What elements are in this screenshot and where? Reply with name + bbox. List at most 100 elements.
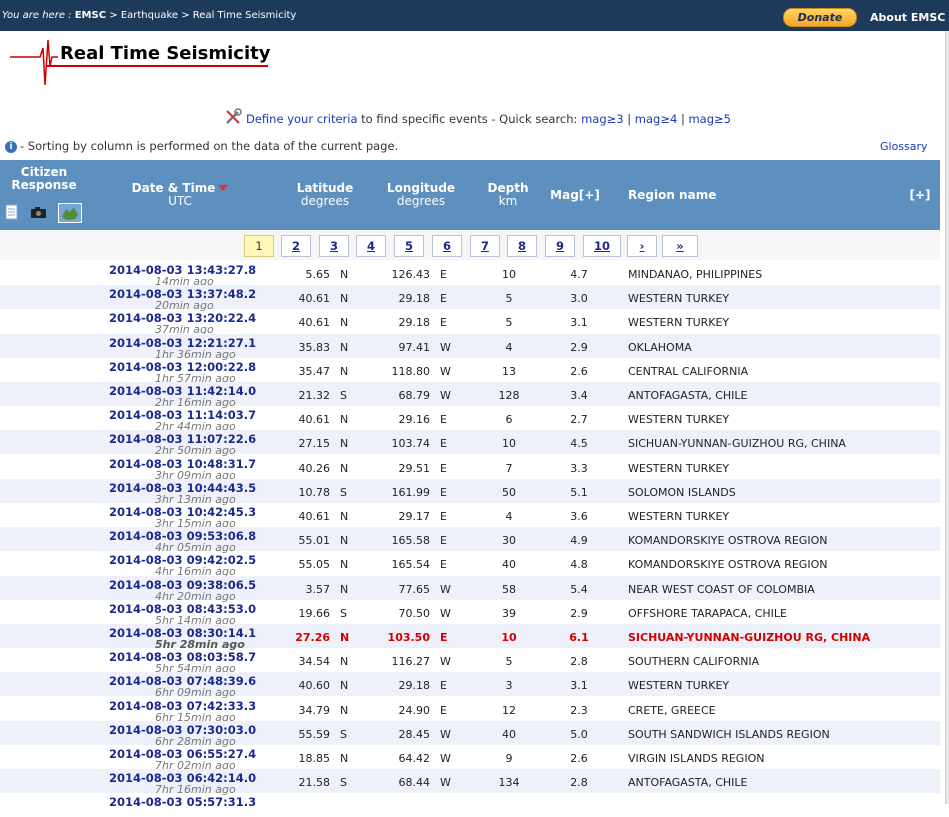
event-lat-hemisphere: N <box>340 341 349 354</box>
table-row[interactable]: 2014-08-03 10:44:43.5 3hr 13min ago 10.7… <box>0 479 940 506</box>
col-mag[interactable]: Mag[+] <box>545 189 605 202</box>
event-lat-hemisphere: S <box>340 728 347 741</box>
table-row[interactable]: 2014-08-03 11:14:03.7 2hr 44min ago 40.6… <box>0 406 940 433</box>
define-criteria-link[interactable]: Define your criteria <box>246 112 358 126</box>
table-row[interactable]: 2014-08-03 09:42:02.5 4hr 16min ago 55.0… <box>0 551 940 578</box>
event-lat-hemisphere: N <box>340 583 349 596</box>
table-row[interactable]: 2014-08-03 10:48:31.7 3hr 09min ago 40.2… <box>0 455 940 482</box>
event-depth: 6 <box>505 413 513 426</box>
event-longitude: 29.16 <box>398 413 431 426</box>
quick-search-mag4-link[interactable]: mag≥4 <box>635 112 678 126</box>
table-row[interactable]: 2014-08-03 11:07:22.6 2hr 50min ago 27.1… <box>0 430 940 457</box>
event-lat-hemisphere: S <box>340 389 347 402</box>
event-magnitude: 4.9 <box>570 534 588 547</box>
table-row[interactable]: 2014-08-03 07:42:33.3 6hr 15min ago 34.7… <box>0 697 940 724</box>
breadcrumb-sep: > <box>181 10 190 21</box>
event-lon-hemisphere: E <box>440 462 447 475</box>
table-header: Citizen Response Date & Time UTC Latitud… <box>0 160 940 230</box>
event-longitude: 97.41 <box>398 341 431 354</box>
event-longitude: 68.79 <box>398 389 431 402</box>
table-row[interactable]: 2014-08-03 10:42:45.3 3hr 15min ago 40.6… <box>0 503 940 530</box>
col-longitude[interactable]: Longitude degrees <box>381 182 461 208</box>
event-latitude: 40.61 <box>298 510 331 523</box>
event-magnitude: 4.5 <box>570 437 588 450</box>
page-4-button[interactable]: 4 <box>356 235 386 257</box>
col-datetime[interactable]: Date & Time UTC <box>120 182 240 208</box>
col-latitude[interactable]: Latitude degrees <box>285 182 365 208</box>
event-latitude: 55.05 <box>298 558 331 571</box>
event-latitude: 27.26 <box>295 631 330 644</box>
about-emsc-link[interactable]: About EMSC <box>870 11 945 24</box>
event-depth: 30 <box>502 534 516 547</box>
table-row[interactable]: 2014-08-03 06:55:27.4 7hr 02min ago 18.8… <box>0 745 940 772</box>
col-region[interactable]: Region name <box>628 189 738 202</box>
breadcrumb-earthquake-link[interactable]: Earthquake <box>121 10 178 21</box>
table-row[interactable]: 2014-08-03 07:30:03.0 6hr 28min ago 55.5… <box>0 721 940 748</box>
event-longitude: 29.51 <box>398 462 431 475</box>
table-row[interactable]: 2014-08-03 08:30:14.1 5hr 28min ago 27.2… <box>0 624 940 651</box>
table-row[interactable]: 2014-08-03 06:42:14.0 7hr 16min ago 21.5… <box>0 769 940 796</box>
event-longitude: 165.54 <box>391 558 431 571</box>
info-icon: i <box>5 141 17 153</box>
breadcrumb-home-link[interactable]: EMSC <box>75 10 106 21</box>
next-page-button[interactable]: › <box>627 235 657 257</box>
event-lon-hemisphere: W <box>440 655 451 668</box>
col-depth-label: Depth <box>487 181 529 195</box>
event-depth: 10 <box>501 631 517 644</box>
event-longitude: 28.45 <box>398 728 431 741</box>
breadcrumb: You are here : EMSC > Earthquake > Real … <box>2 10 296 21</box>
page-6-button[interactable]: 6 <box>432 235 462 257</box>
table-row[interactable]: 2014-08-03 08:03:58.7 5hr 54min ago 34.5… <box>0 648 940 675</box>
map-icon[interactable] <box>58 203 82 223</box>
donate-button[interactable]: Donate <box>783 8 857 27</box>
vertical-scrollbar[interactable] <box>945 31 949 804</box>
event-magnitude: 2.8 <box>570 655 588 668</box>
page-7-button[interactable]: 7 <box>470 235 500 257</box>
table-row[interactable]: 2014-08-03 08:43:53.0 5hr 14min ago 19.6… <box>0 600 940 627</box>
event-lat-hemisphere: S <box>340 486 347 499</box>
event-lon-hemisphere: W <box>440 728 451 741</box>
event-lon-hemisphere: W <box>440 583 451 596</box>
table-row[interactable]: 2014-08-03 09:53:06.8 4hr 05min ago 55.0… <box>0 527 940 554</box>
event-magnitude: 4.8 <box>570 558 588 571</box>
sorting-note: i- Sorting by column is performed on the… <box>5 139 398 153</box>
event-lat-hemisphere: N <box>340 365 349 378</box>
quick-search-mag3-link[interactable]: mag≥3 <box>581 112 624 126</box>
table-row[interactable]: 2014-08-03 05:57:31.3 <box>0 793 940 817</box>
event-latitude: 3.57 <box>305 583 331 596</box>
glossary-link[interactable]: Glossary <box>880 140 928 153</box>
page-9-button[interactable]: 9 <box>545 235 575 257</box>
event-longitude: 165.58 <box>391 534 431 547</box>
event-magnitude: 3.0 <box>570 292 588 305</box>
table-row[interactable]: 2014-08-03 13:37:48.2 20min ago 40.61 N … <box>0 285 940 312</box>
page-8-button[interactable]: 8 <box>507 235 537 257</box>
event-region: CRETE, GREECE <box>628 704 716 717</box>
page-10-button[interactable]: 10 <box>583 235 621 257</box>
page-2-button[interactable]: 2 <box>281 235 311 257</box>
page-1-button[interactable]: 1 <box>244 235 274 257</box>
quick-search-mag5-link[interactable]: mag≥5 <box>688 112 731 126</box>
last-page-button[interactable]: » <box>662 235 698 257</box>
table-row[interactable]: 2014-08-03 13:20:22.4 37min ago 40.61 N … <box>0 309 940 336</box>
col-depth[interactable]: Depth km <box>478 182 538 208</box>
testimony-document-icon[interactable] <box>5 204 19 220</box>
event-region: WESTERN TURKEY <box>628 316 730 329</box>
event-magnitude: 3.3 <box>570 462 588 475</box>
camera-icon[interactable] <box>30 206 47 219</box>
event-lat-hemisphere: S <box>340 776 347 789</box>
table-row[interactable]: 2014-08-03 11:42:14.0 2hr 16min ago 21.3… <box>0 382 940 409</box>
table-row[interactable]: 2014-08-03 07:48:39.6 6hr 09min ago 40.6… <box>0 672 940 699</box>
event-magnitude: 2.7 <box>570 413 588 426</box>
event-magnitude: 3.4 <box>570 389 588 402</box>
page-5-button[interactable]: 5 <box>394 235 424 257</box>
event-datetime-link[interactable]: 2014-08-03 05:57:31.3 <box>109 795 256 809</box>
table-row[interactable]: 2014-08-03 12:21:27.1 1hr 36min ago 35.8… <box>0 334 940 361</box>
page-3-button[interactable]: 3 <box>319 235 349 257</box>
pagination: 1 2 3 4 5 6 7 8 9 10 › » <box>0 230 940 260</box>
expand-columns-button[interactable]: [+] <box>900 189 940 202</box>
event-magnitude: 4.7 <box>570 268 588 281</box>
table-row[interactable]: 2014-08-03 09:38:06.5 4hr 20min ago 3.57… <box>0 576 940 603</box>
table-row[interactable]: 2014-08-03 13:43:27.8 14min ago 5.65 N 1… <box>0 261 940 288</box>
table-row[interactable]: 2014-08-03 12:00:22.8 1hr 57min ago 35.4… <box>0 358 940 385</box>
event-latitude: 21.32 <box>298 389 331 402</box>
